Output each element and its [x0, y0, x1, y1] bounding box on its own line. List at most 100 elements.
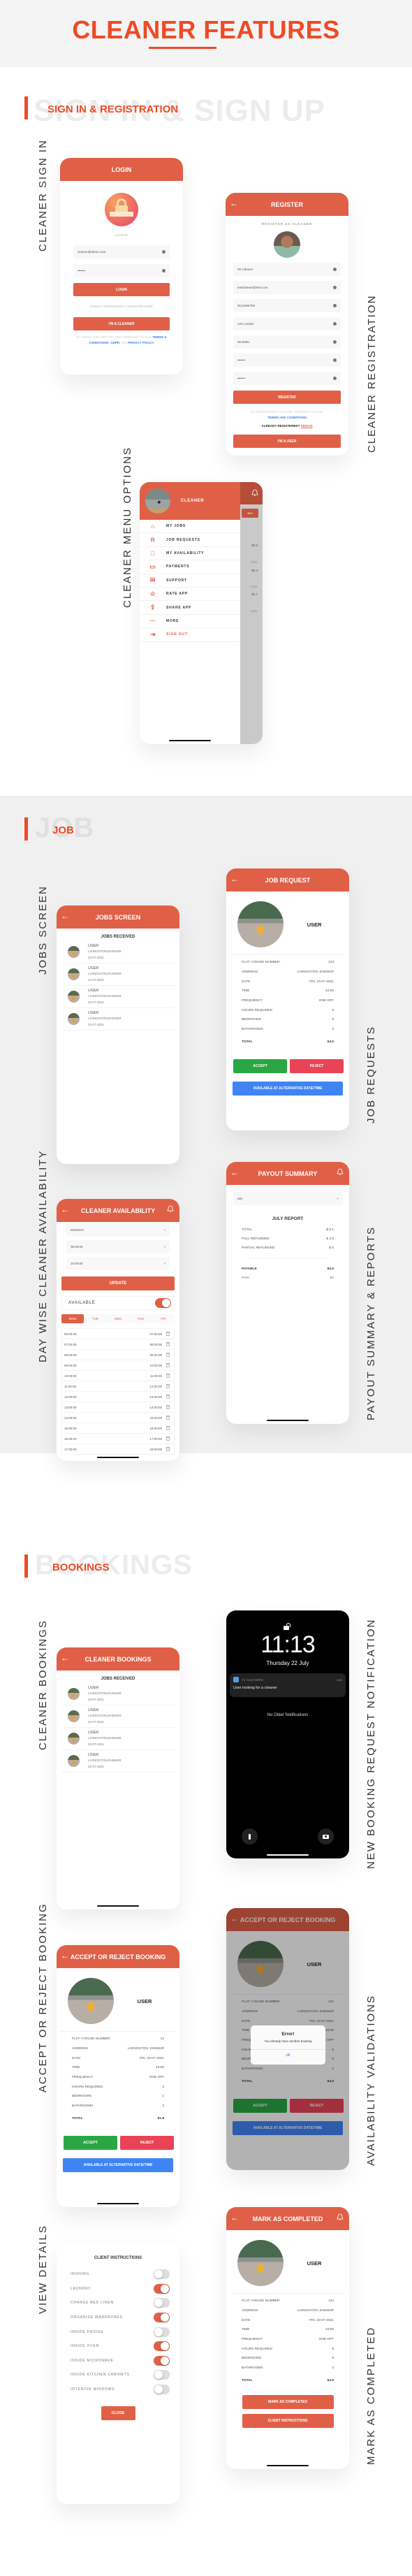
im-a-cleaner-button[interactable]: I'M A CLEANER: [73, 317, 170, 330]
clear-icon[interactable]: [333, 322, 337, 326]
back-arrow-icon[interactable]: ←: [230, 199, 238, 208]
job-list-item[interactable]: USER LIVINGSTON,EH548JR 22-07-2021: [61, 963, 175, 986]
dialog-ok-button[interactable]: ok: [251, 2049, 325, 2058]
bell-icon[interactable]: [167, 1205, 174, 1213]
back-arrow-icon[interactable]: ←: [61, 1205, 69, 1214]
clear-icon[interactable]: [333, 268, 337, 271]
bell-icon[interactable]: [251, 489, 258, 497]
day-tab[interactable]: FRI: [152, 1314, 175, 1323]
day-select[interactable]: MONDAY ▾: [66, 1223, 170, 1237]
day-tab[interactable]: THU: [129, 1314, 152, 1323]
register-field[interactable]: •••••••: [233, 354, 341, 367]
menu-item-more[interactable]: ••• MORE: [140, 615, 240, 629]
register-field[interactable]: testcleaner@test.com: [233, 281, 341, 294]
job-list-item[interactable]: USER LIVINGSTON,EH548JR 23-07-2021: [61, 1683, 175, 1705]
clear-icon[interactable]: [162, 269, 165, 272]
reject-button[interactable]: REJECT: [120, 2136, 174, 2151]
sign-in-link[interactable]: SIGN IN: [301, 424, 313, 428]
register-terms-link[interactable]: TERMS AND CONDITIONS: [226, 415, 348, 421]
register-field[interactable]: W1306U: [233, 335, 341, 349]
clear-icon[interactable]: [333, 358, 337, 362]
menu-item-rate-app[interactable]: ☆ RATE APP: [140, 588, 240, 602]
instruction-toggle[interactable]: [154, 2385, 170, 2395]
notification-card[interactable]: V1 CLEANERS now User looking for a clean…: [230, 1673, 346, 1697]
back-arrow-icon[interactable]: ←: [230, 875, 239, 883]
im-a-user-button[interactable]: I'M A USER: [233, 435, 341, 448]
menu-item-sign-out[interactable]: ⇥ SIGN OUT: [140, 628, 240, 642]
register-field[interactable]: •••••••: [233, 372, 341, 385]
trash-icon[interactable]: [166, 1395, 170, 1399]
menu-item-job-requests[interactable]: ⍾ JOB REQUESTS: [140, 533, 240, 547]
instruction-toggle[interactable]: [154, 2283, 170, 2294]
instruction-toggle[interactable]: [154, 2298, 170, 2308]
reject-button[interactable]: REJECT: [290, 1059, 344, 1074]
close-button[interactable]: CLOSE: [101, 2406, 135, 2421]
day-tab[interactable]: TUE: [84, 1314, 107, 1323]
end-time-select[interactable]: 18:00:00 ▾: [66, 1257, 170, 1270]
menu-item-support[interactable]: ✉ SUPPORT: [140, 574, 240, 588]
alternative-date-button[interactable]: AVAILABLE AT ALTERNATIVE DATE/TIME: [233, 1082, 343, 1096]
start-time-select[interactable]: 06:00:00 ▾: [66, 1240, 170, 1253]
register-field[interactable]: 0123456789: [233, 299, 341, 312]
flashlight-button[interactable]: [242, 1828, 258, 1844]
instruction-toggle[interactable]: [154, 2327, 170, 2337]
camera-button[interactable]: [318, 1828, 334, 1844]
menu-item-share-app[interactable]: ⇪ SHARE APP: [140, 601, 240, 615]
menu-item-my-jobs[interactable]: ⌂ MY JOBS: [140, 520, 240, 534]
job-list-item[interactable]: USER LIVINGSTON,EH548JR 22-07-2021: [61, 1008, 175, 1031]
register-field[interactable]: Mr Cleaner: [233, 263, 341, 276]
back-arrow-icon[interactable]: ←: [61, 1654, 69, 1662]
month-select[interactable]: July ▾: [233, 1192, 343, 1205]
alternative-date-button[interactable]: AVAILABLE AT ALTERNATIVE DATE/TIME: [63, 2158, 173, 2173]
day-tab[interactable]: MON: [61, 1314, 84, 1323]
trash-icon[interactable]: [166, 1426, 170, 1430]
register-button[interactable]: REGISTER: [233, 391, 341, 404]
update-button[interactable]: UPDATE: [61, 1276, 175, 1290]
instruction-toggle[interactable]: [154, 2269, 170, 2280]
client-instructions-button[interactable]: CLIENT INSTRUCTIONS: [242, 2414, 334, 2429]
clear-icon[interactable]: [162, 250, 165, 254]
back-arrow-icon[interactable]: ←: [230, 1168, 239, 1177]
job-list-item[interactable]: USER LIVINGSTON,EH548JR 22-07-2021: [61, 986, 175, 1008]
bell-icon[interactable]: [337, 1168, 344, 1176]
clear-icon[interactable]: [333, 304, 337, 307]
back-arrow-icon[interactable]: ←: [230, 2213, 239, 2222]
menu-item-my-availability[interactable]: □ MY AVAILABILITY: [140, 547, 240, 561]
accept-button[interactable]: ACCEPT: [233, 1059, 287, 1074]
clear-icon[interactable]: [333, 286, 337, 289]
day-tab[interactable]: WED: [107, 1314, 129, 1323]
back-arrow-icon[interactable]: ←: [61, 912, 69, 920]
drawer-avatar[interactable]: [145, 488, 170, 514]
profile-photo[interactable]: [274, 231, 300, 258]
trash-icon[interactable]: [166, 1436, 170, 1441]
instruction-toggle[interactable]: [154, 2313, 170, 2323]
instruction-toggle[interactable]: [154, 2370, 170, 2380]
gdpr-link[interactable]: GDPR: [110, 341, 119, 344]
instruction-toggle[interactable]: [154, 2341, 170, 2352]
privacy-link[interactable]: PRIVACY POLICY: [128, 341, 154, 344]
trash-icon[interactable]: [166, 1384, 170, 1388]
clear-icon[interactable]: [333, 340, 337, 344]
bell-icon[interactable]: [337, 2213, 344, 2221]
available-toggle[interactable]: [155, 1298, 171, 1308]
job-list-item[interactable]: USER LIVINGSTON,EH548JR 23-07-2021: [61, 941, 175, 963]
email-field[interactable]: cleaner@demo.com: [73, 245, 170, 259]
trash-icon[interactable]: [166, 1374, 170, 1378]
login-button[interactable]: LOGIN: [73, 283, 170, 296]
clear-icon[interactable]: [333, 377, 337, 380]
trash-icon[interactable]: [166, 1447, 170, 1451]
instruction-toggle[interactable]: [154, 2355, 170, 2366]
job-list-item[interactable]: USER LIVINGSTON,EH548JR 22-07-2021: [61, 1705, 175, 1728]
trash-icon[interactable]: [166, 1363, 170, 1367]
trash-icon[interactable]: [166, 1416, 170, 1420]
trash-icon[interactable]: [166, 1353, 170, 1357]
password-field[interactable]: •••••••: [73, 264, 170, 277]
trash-icon[interactable]: [166, 1332, 170, 1336]
forgot-password-link[interactable]: FORGOT PASSWORD?: [90, 305, 124, 308]
job-list-item[interactable]: USER LIVINGSTON,EH548JR 22-07-2021: [61, 1750, 175, 1773]
trash-icon[interactable]: [166, 1342, 170, 1346]
mark-completed-button[interactable]: MARK AS COMPLETED: [242, 2395, 334, 2410]
register-field[interactable]: 123 London: [233, 317, 341, 330]
menu-item-payments[interactable]: ▭ PAYMENTS: [140, 560, 240, 574]
register-here-link[interactable]: REGISTER HERE: [127, 305, 153, 308]
